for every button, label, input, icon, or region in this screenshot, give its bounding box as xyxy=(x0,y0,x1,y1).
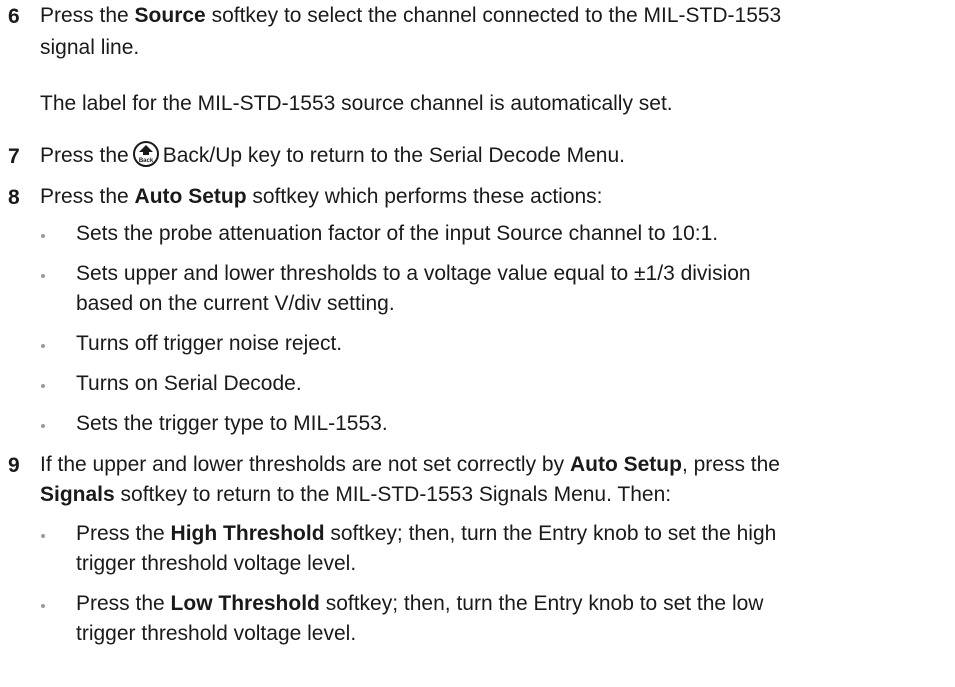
step-9-bullet-1: Press the High Threshold softkey; then, … xyxy=(76,518,776,549)
step-8-text-a: Press the xyxy=(40,185,135,208)
bullet-dot xyxy=(41,424,45,428)
back-key-icon-label: Back xyxy=(139,158,154,164)
step-9-text-b: , press the xyxy=(681,453,780,476)
bullet-dot xyxy=(41,274,45,278)
step-8-text-b: softkey which performs these actions: xyxy=(246,185,603,208)
step-8-line: Press the Auto Setup softkey which perfo… xyxy=(40,181,603,212)
step-6-line-2: signal line. xyxy=(40,36,140,59)
step-7-text-b: Back/Up key to return to the Serial Deco… xyxy=(162,144,625,167)
step-9-bold-high-threshold: High Threshold xyxy=(170,522,325,545)
bullet-dot xyxy=(41,604,45,608)
step-9-bold-auto-setup: Auto Setup xyxy=(569,453,682,476)
bullet-dot xyxy=(41,344,45,348)
step-9-bold-signals: Signals xyxy=(40,483,115,506)
step-9-b1-text-b: softkey; then, turn the Entry knob to se… xyxy=(324,522,777,545)
step-number-9: 9 xyxy=(8,454,20,477)
step-9-bullet-2: Press the Low Threshold softkey; then, t… xyxy=(76,588,763,619)
back-key-icon: Back xyxy=(132,141,159,176)
step-8-bullet-5: Sets the trigger type to MIL-1553. xyxy=(76,412,388,435)
step-9-b2-text-b: softkey; then, turn the Entry knob to se… xyxy=(319,592,764,615)
step-9-text-c: softkey to return to the MIL-STD-1553 Si… xyxy=(114,483,672,506)
manual-page: 6 Press the Source softkey to select the… xyxy=(0,0,955,687)
step-9-bullet-1-cont: trigger threshold voltage level. xyxy=(76,552,357,575)
step-7-text-a: Press the xyxy=(40,144,129,167)
step-9-line-2: Signals softkey to return to the MIL-STD… xyxy=(40,479,671,510)
step-6-note: The label for the MIL-STD-1553 source ch… xyxy=(40,92,673,115)
step-7-line: Press the Back Back/Up key to return to th… xyxy=(40,140,625,176)
step-9-line-1: If the upper and lower thresholds are no… xyxy=(40,449,780,480)
step-9-bullet-2-cont: trigger threshold voltage level. xyxy=(76,622,357,645)
step-8-bullet-4: Turns on Serial Decode. xyxy=(76,372,302,395)
step-9-b1-text-a: Press the xyxy=(76,522,171,545)
step-6-text-a: Press the xyxy=(40,4,135,27)
bullet-dot xyxy=(41,234,45,238)
step-8-bullet-2-cont: based on the current V/div setting. xyxy=(76,292,395,315)
step-number-6: 6 xyxy=(8,5,20,28)
step-8-bullet-2: Sets upper and lower thresholds to a vol… xyxy=(76,262,751,285)
step-9-text-a: If the upper and lower thresholds are no… xyxy=(40,453,570,476)
step-6-line-1: Press the Source softkey to select the c… xyxy=(40,0,781,31)
bullet-dot xyxy=(41,384,45,388)
step-8-bullet-3: Turns off trigger noise reject. xyxy=(76,332,343,355)
bullet-dot xyxy=(41,534,45,538)
step-6-text-b: softkey to select the channel connected … xyxy=(205,4,782,27)
step-8-bold-auto-setup: Auto Setup xyxy=(134,185,247,208)
step-9-b2-text-a: Press the xyxy=(76,592,171,615)
step-6-bold-source: Source xyxy=(134,4,206,27)
step-number-8: 8 xyxy=(8,186,20,209)
step-9-bold-low-threshold: Low Threshold xyxy=(170,592,320,615)
step-number-7: 7 xyxy=(8,145,20,168)
step-8-bullet-1: Sets the probe attenuation factor of the… xyxy=(76,222,719,245)
